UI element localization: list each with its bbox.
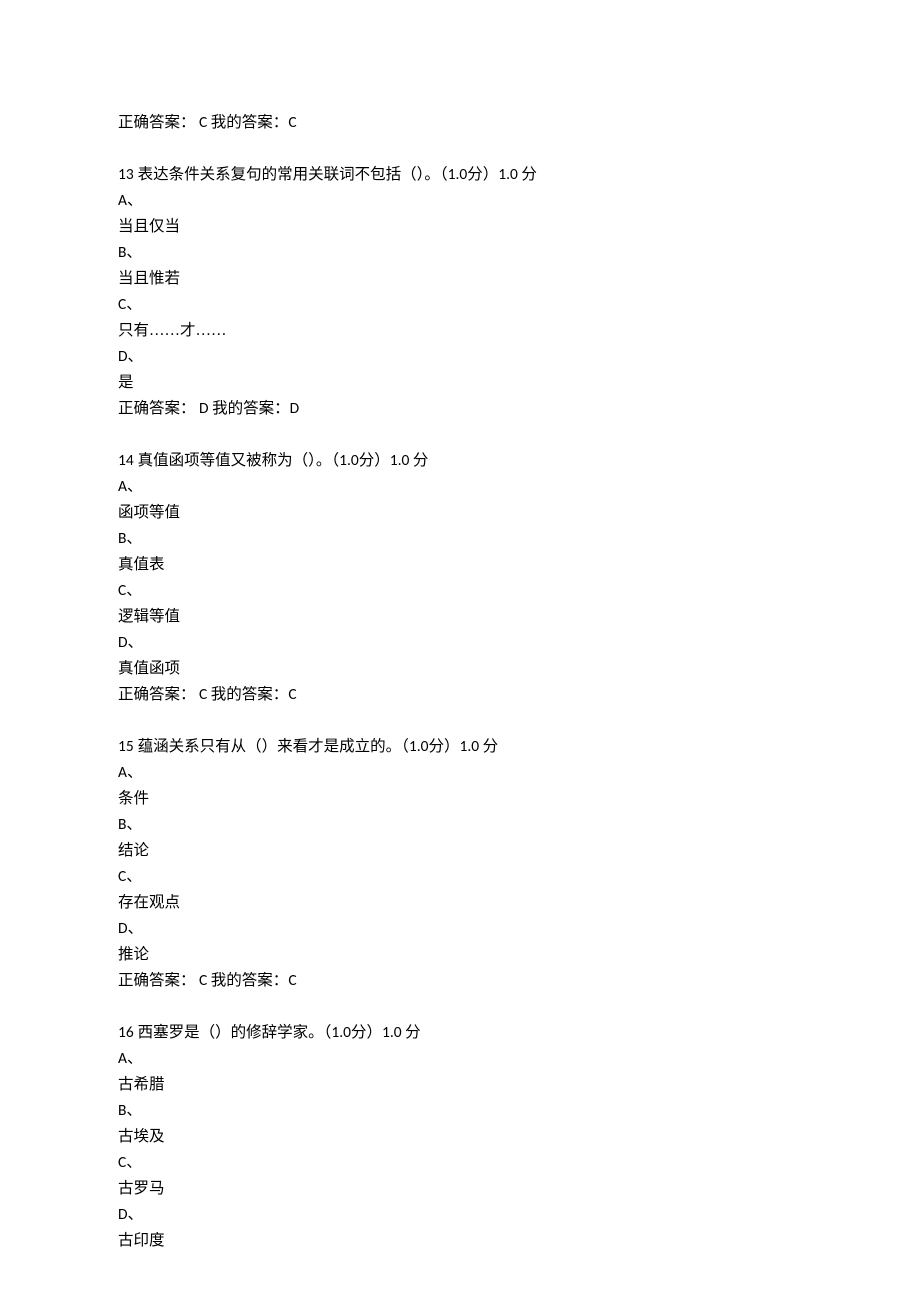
points-value: 1.0 <box>448 165 468 184</box>
blank-line <box>118 994 802 1020</box>
document-page: 正确答案： C 我的答案：C 13 表达条件关系复句的常用关联词不包括（）。（1… <box>0 0 920 1314</box>
option-label: B、 <box>118 240 802 266</box>
question-text: 真值函项等值又被称为（）。（ <box>134 452 339 469</box>
option-text: 古印度 <box>118 1228 802 1254</box>
option-text: 结论 <box>118 838 802 864</box>
option-text: 古埃及 <box>118 1124 802 1150</box>
option-text: 只有……才…… <box>118 318 802 344</box>
option-label: C、 <box>118 864 802 890</box>
my-answer-value: C <box>288 113 296 132</box>
option-label: D、 <box>118 1202 802 1228</box>
option-label: A、 <box>118 760 802 786</box>
question-stem: 14 真值函项等值又被称为（）。（1.0分）1.0 分 <box>118 448 802 474</box>
blank-line <box>118 708 802 734</box>
option-label: B、 <box>118 1098 802 1124</box>
points-value: 1.0 <box>339 451 359 470</box>
my-answer-value: C <box>288 685 296 704</box>
option-label: C、 <box>118 292 802 318</box>
my-answer-label: 我的答案： <box>211 686 289 703</box>
option-text: 是 <box>118 370 802 396</box>
question-number: 15 <box>118 737 134 756</box>
correct-answer-value: C <box>196 685 211 704</box>
score-value: 1.0 <box>498 165 521 184</box>
my-answer-value: D <box>290 399 300 418</box>
question-stem: 15 蕴涵关系只有从（）来看才是成立的。（1.0分）1.0 分 <box>118 734 802 760</box>
option-label: A、 <box>118 1046 802 1072</box>
option-label: A、 <box>118 474 802 500</box>
option-label: C、 <box>118 578 802 604</box>
option-label: B、 <box>118 526 802 552</box>
option-label: D、 <box>118 344 802 370</box>
option-label: D、 <box>118 916 802 942</box>
score-unit: 分 <box>483 738 499 755</box>
option-text: 真值表 <box>118 552 802 578</box>
my-answer-label: 我的答案： <box>211 114 289 131</box>
option-label: B、 <box>118 812 802 838</box>
option-text: 真值函项 <box>118 656 802 682</box>
answer-line: 正确答案： C 我的答案：C <box>118 682 802 708</box>
score-value: 1.0 <box>390 451 413 470</box>
question-number: 13 <box>118 165 134 184</box>
question-stem: 16 西塞罗是（）的修辞学家。（1.0分）1.0 分 <box>118 1020 802 1046</box>
points-unit: 分） <box>351 1024 382 1041</box>
correct-answer-value: D <box>196 399 213 418</box>
option-text: 当且惟若 <box>118 266 802 292</box>
question-text: 蕴涵关系只有从（）来看才是成立的。（ <box>134 738 409 755</box>
score-value: 1.0 <box>460 737 483 756</box>
option-text: 函项等值 <box>118 500 802 526</box>
correct-answer-label: 正确答案： <box>118 686 196 703</box>
question-number: 14 <box>118 451 134 470</box>
option-text: 古罗马 <box>118 1176 802 1202</box>
answer-line: 正确答案： C 我的答案：C <box>118 968 802 994</box>
blank-line <box>118 422 802 448</box>
option-text: 存在观点 <box>118 890 802 916</box>
correct-answer-label: 正确答案： <box>118 400 196 417</box>
correct-answer-label: 正确答案： <box>118 114 196 131</box>
question-text: 表达条件关系复句的常用关联词不包括（）。（ <box>134 166 448 183</box>
score-unit: 分 <box>413 452 429 469</box>
option-text: 条件 <box>118 786 802 812</box>
correct-answer-value: C <box>196 971 211 990</box>
answer-line: 正确答案： C 我的答案：C <box>118 110 802 136</box>
points-unit: 分） <box>359 452 390 469</box>
blank-line <box>118 136 802 162</box>
question-number: 16 <box>118 1023 134 1042</box>
option-text: 逻辑等值 <box>118 604 802 630</box>
option-text: 推论 <box>118 942 802 968</box>
option-label: D、 <box>118 630 802 656</box>
score-unit: 分 <box>521 166 537 183</box>
points-value: 1.0 <box>409 737 429 756</box>
my-answer-label: 我的答案： <box>211 972 289 989</box>
question-stem: 13 表达条件关系复句的常用关联词不包括（）。（1.0分）1.0 分 <box>118 162 802 188</box>
points-value: 1.0 <box>331 1023 351 1042</box>
points-unit: 分） <box>467 166 498 183</box>
option-text: 当且仅当 <box>118 214 802 240</box>
question-text: 西塞罗是（）的修辞学家。（ <box>134 1024 332 1041</box>
answer-line: 正确答案： D 我的答案：D <box>118 396 802 422</box>
points-unit: 分） <box>428 738 459 755</box>
option-label: C、 <box>118 1150 802 1176</box>
correct-answer-value: C <box>196 113 211 132</box>
my-answer-value: C <box>288 971 296 990</box>
option-text: 古希腊 <box>118 1072 802 1098</box>
score-unit: 分 <box>405 1024 421 1041</box>
my-answer-label: 我的答案： <box>212 400 290 417</box>
correct-answer-label: 正确答案： <box>118 972 196 989</box>
option-label: A、 <box>118 188 802 214</box>
score-value: 1.0 <box>382 1023 405 1042</box>
